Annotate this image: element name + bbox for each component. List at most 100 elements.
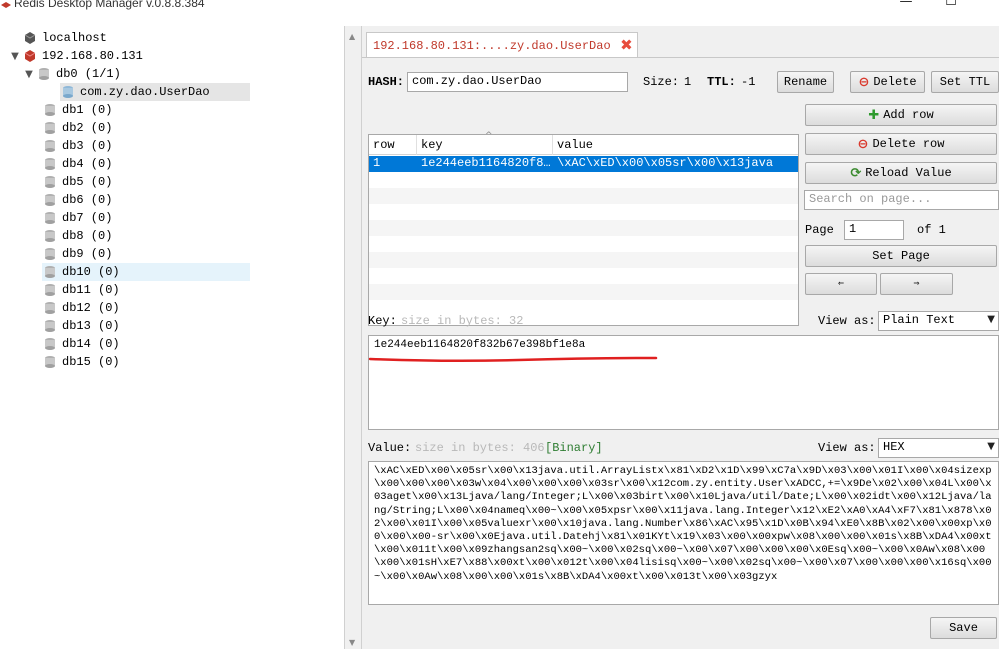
column-header-value[interactable]: value bbox=[553, 135, 798, 155]
tree-item-db[interactable]: db8 (0) bbox=[42, 227, 112, 245]
delete-row-button[interactable]: ⊖ Delete row bbox=[805, 133, 997, 155]
database-icon bbox=[45, 194, 55, 206]
scroll-down-icon[interactable]: ▼ bbox=[349, 638, 355, 647]
database-icon bbox=[39, 68, 49, 80]
key-view-as-label: View as: bbox=[818, 314, 876, 328]
database-icon bbox=[45, 302, 55, 314]
tree-item-db[interactable]: db10 (0) bbox=[42, 263, 250, 281]
arrow-right-icon: ⇒ bbox=[913, 279, 920, 290]
cell-value: \xAC\xED\x00\x05sr\x00\x13java.… bbox=[557, 156, 773, 170]
table-row[interactable]: 1 1e244eeb1164820f8… \xAC\xED\x00\x05sr\… bbox=[369, 156, 798, 172]
server-connected-icon bbox=[24, 50, 36, 62]
value-text: \xAC\xED\x00\x05sr\x00\x13java.util.Arra… bbox=[374, 465, 992, 583]
tree-item-db[interactable]: db9 (0) bbox=[42, 245, 112, 263]
key-icon bbox=[63, 86, 73, 98]
key-type-label: HASH: bbox=[368, 75, 405, 89]
database-icon bbox=[45, 284, 55, 296]
key-view-as-select[interactable]: Plain Text ▼ bbox=[878, 311, 999, 331]
red-underline-annotation bbox=[368, 356, 658, 363]
scroll-up-icon[interactable]: ▲ bbox=[349, 32, 355, 41]
tree-item-db[interactable]: db7 (0) bbox=[42, 209, 112, 227]
tree-item-label: db13 (0) bbox=[62, 319, 120, 333]
tree-item-db[interactable]: db4 (0) bbox=[42, 155, 112, 173]
hash-table[interactable]: row key ^ value 1 1e244eeb1164820f8… \xA… bbox=[368, 131, 799, 326]
minimize-button[interactable]: — bbox=[896, 0, 916, 9]
binary-badge: [Binary] bbox=[545, 441, 603, 455]
ttl-value: -1 bbox=[741, 75, 756, 89]
tree-item-db[interactable]: db13 (0) bbox=[42, 317, 120, 335]
search-on-page-input[interactable]: Search on page... bbox=[804, 190, 999, 210]
key-name-input[interactable]: com.zy.dao.UserDao bbox=[407, 72, 628, 92]
tree-item-label: db2 (0) bbox=[62, 121, 113, 135]
value-view-as-label: View as: bbox=[818, 441, 876, 455]
tree-item-db0[interactable]: ▼ db0 (1/1) bbox=[22, 65, 121, 83]
value-size-hint: size in bytes: 406 bbox=[415, 441, 545, 455]
tree-item-db[interactable]: db3 (0) bbox=[42, 137, 112, 155]
save-button[interactable]: Save bbox=[930, 617, 997, 639]
tree-item-label: db7 (0) bbox=[62, 211, 113, 225]
tree-item-label: 192.168.80.131 bbox=[42, 49, 143, 63]
tree-item-label: db8 (0) bbox=[62, 229, 113, 243]
maximize-button[interactable]: ☐ bbox=[941, 0, 961, 9]
tree-item-db[interactable]: db2 (0) bbox=[42, 119, 112, 137]
tree-item-label: db9 (0) bbox=[62, 247, 113, 261]
ttl-label: TTL: bbox=[707, 75, 736, 89]
cell-key: 1e244eeb1164820f8… bbox=[421, 156, 551, 170]
close-icon[interactable]: ✖ bbox=[620, 36, 633, 54]
redis-app-icon bbox=[1, 2, 11, 8]
tree-item-label: db1 (0) bbox=[62, 103, 113, 117]
rename-button[interactable]: Rename bbox=[777, 71, 834, 93]
tree-item-localhost[interactable]: localhost bbox=[8, 29, 107, 47]
previous-page-button[interactable]: ⇐ bbox=[805, 273, 877, 295]
value-editor[interactable]: \xAC\xED\x00\x05sr\x00\x13java.util.Arra… bbox=[368, 461, 999, 605]
key-size-hint: size in bytes: 32 bbox=[401, 314, 524, 328]
next-page-button[interactable]: ⇒ bbox=[880, 273, 953, 295]
tree-item-label: db6 (0) bbox=[62, 193, 113, 207]
set-page-button[interactable]: Set Page bbox=[805, 245, 997, 267]
server-icon bbox=[24, 32, 36, 44]
value-view-as-select[interactable]: HEX ▼ bbox=[878, 438, 999, 458]
vertical-scrollbar[interactable]: ▲ ▼ bbox=[344, 26, 362, 649]
tree-item-label: db15 (0) bbox=[62, 355, 120, 369]
tree-item-db[interactable]: db14 (0) bbox=[42, 335, 120, 353]
database-icon bbox=[45, 338, 55, 350]
reload-value-button[interactable]: ⟳ Reload Value bbox=[805, 162, 997, 184]
tree-item-label: db5 (0) bbox=[62, 175, 113, 189]
table-header: row key ^ value bbox=[369, 131, 798, 155]
delete-icon: ⊖ bbox=[857, 136, 869, 152]
tree-item-db[interactable]: db12 (0) bbox=[42, 299, 120, 317]
chevron-down-icon[interactable]: ▼ bbox=[22, 69, 36, 80]
key-value-text: 1e244eeb1164820f832b67e398bf1e8a bbox=[374, 339, 586, 351]
database-icon bbox=[45, 266, 55, 278]
tree-item-label: db11 (0) bbox=[62, 283, 120, 297]
key-editor-pane: 192.168.80.131:....zy.dao.UserDao ✖ HASH… bbox=[362, 26, 999, 649]
database-icon bbox=[45, 248, 55, 260]
sort-arrow-icon: ^ bbox=[485, 131, 493, 141]
key-value-editor[interactable]: 1e244eeb1164820f832b67e398bf1e8a bbox=[368, 335, 999, 430]
connection-tree: localhost ▼ 192.168.80.131 ▼ db0 (1/1) c… bbox=[0, 26, 344, 649]
database-icon bbox=[45, 320, 55, 332]
database-icon bbox=[45, 230, 55, 242]
tree-item-db[interactable]: db1 (0) bbox=[42, 101, 112, 119]
column-header-row[interactable]: row bbox=[369, 135, 417, 155]
set-ttl-button[interactable]: Set TTL bbox=[931, 71, 999, 93]
key-label: Key: bbox=[368, 314, 397, 328]
database-icon bbox=[45, 104, 55, 116]
title-bar: Redis Desktop Manager v.0.8.8.384 — ☐ bbox=[0, 0, 999, 14]
database-icon bbox=[45, 158, 55, 170]
tree-item-key-userdao[interactable]: com.zy.dao.UserDao bbox=[60, 83, 250, 101]
tree-item-db[interactable]: db5 (0) bbox=[42, 173, 112, 191]
tree-item-db[interactable]: db11 (0) bbox=[42, 281, 120, 299]
database-icon bbox=[45, 356, 55, 368]
tab-key-userdao[interactable]: 192.168.80.131:....zy.dao.UserDao ✖ bbox=[366, 32, 638, 58]
chevron-down-icon[interactable]: ▼ bbox=[8, 51, 22, 62]
add-row-button[interactable]: ✚ Add row bbox=[805, 104, 997, 126]
chevron-down-icon: ▼ bbox=[987, 314, 995, 325]
page-label: Page bbox=[805, 223, 834, 237]
delete-key-button[interactable]: ⊖ Delete bbox=[850, 71, 925, 93]
page-number-input[interactable]: 1 bbox=[844, 220, 904, 240]
cell-row: 1 bbox=[373, 156, 381, 170]
tree-item-server-192-168-80-131[interactable]: ▼ 192.168.80.131 bbox=[8, 47, 143, 65]
tree-item-db[interactable]: db15 (0) bbox=[42, 353, 120, 371]
tree-item-db[interactable]: db6 (0) bbox=[42, 191, 112, 209]
